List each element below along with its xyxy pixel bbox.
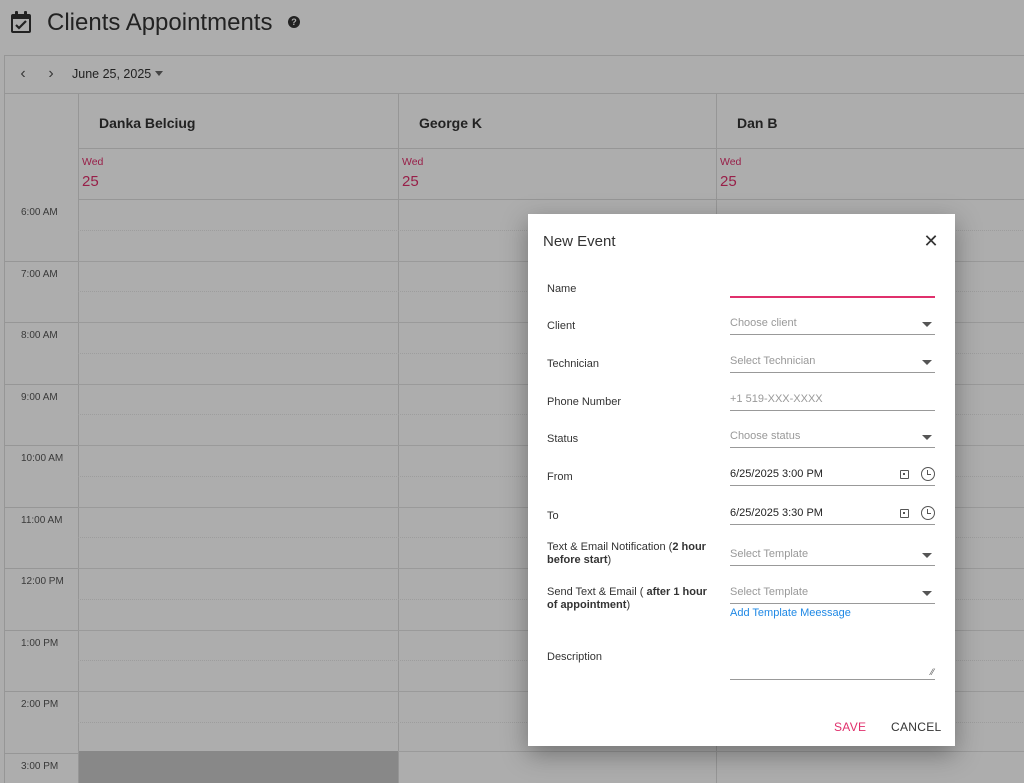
status-label: Status: [547, 433, 579, 445]
dialog-title: New Event: [543, 233, 616, 250]
phone-placeholder: +1 519-XXX-XXXX: [730, 393, 823, 405]
name-input[interactable]: [730, 276, 935, 298]
close-icon[interactable]: ✕: [923, 232, 939, 250]
status-placeholder: Choose status: [730, 430, 801, 442]
notification-template-placeholder: Select Template: [730, 548, 809, 560]
description-label: Description: [547, 651, 603, 663]
from-value: 6/25/2025 3:00 PM: [730, 468, 823, 480]
chevron-down-icon: [922, 591, 932, 596]
to-value: 6/25/2025 3:30 PM: [730, 507, 823, 519]
calendar-icon[interactable]: [900, 470, 909, 479]
technician-select[interactable]: Select Technician: [730, 351, 935, 373]
name-label: Name: [547, 283, 577, 295]
technician-label: Technician: [547, 358, 599, 370]
chevron-down-icon: [922, 360, 932, 365]
client-placeholder: Choose client: [730, 317, 797, 329]
resize-handle-icon[interactable]: ⁄⁄: [931, 667, 934, 677]
clock-icon[interactable]: [921, 467, 935, 481]
followup-label: Send Text & Email ( after 1 hour of appo…: [547, 586, 707, 611]
description-textarea[interactable]: ⁄⁄: [730, 657, 935, 680]
phone-label: Phone Number: [547, 396, 621, 408]
from-label: From: [547, 471, 573, 483]
calendar-icon[interactable]: [900, 509, 909, 518]
notification-label: Text & Email Notification (2 hour before…: [547, 541, 706, 566]
client-label: Client: [547, 320, 576, 332]
technician-placeholder: Select Technician: [730, 355, 816, 367]
chevron-down-icon: [922, 435, 932, 440]
followup-template-placeholder: Select Template: [730, 586, 809, 598]
add-template-message-link[interactable]: Add Template Meessage: [730, 607, 851, 619]
notification-template-select[interactable]: Select Template: [730, 544, 935, 566]
chevron-down-icon: [922, 553, 932, 558]
from-datetime-input[interactable]: 6/25/2025 3:00 PM: [730, 464, 935, 486]
to-datetime-input[interactable]: 6/25/2025 3:30 PM: [730, 503, 935, 525]
clock-icon[interactable]: [921, 506, 935, 520]
cancel-button[interactable]: CANCEL: [891, 720, 941, 734]
to-label: To: [547, 510, 559, 522]
chevron-down-icon: [922, 322, 932, 327]
status-select[interactable]: Choose status: [730, 426, 935, 448]
followup-template-select[interactable]: Select Template: [730, 582, 935, 604]
client-select[interactable]: Choose client: [730, 313, 935, 335]
phone-input[interactable]: +1 519-XXX-XXXX: [730, 389, 935, 411]
new-event-dialog: New Event ✕ Name Client Choose client Te…: [528, 214, 955, 746]
save-button[interactable]: SAVE: [834, 720, 866, 734]
